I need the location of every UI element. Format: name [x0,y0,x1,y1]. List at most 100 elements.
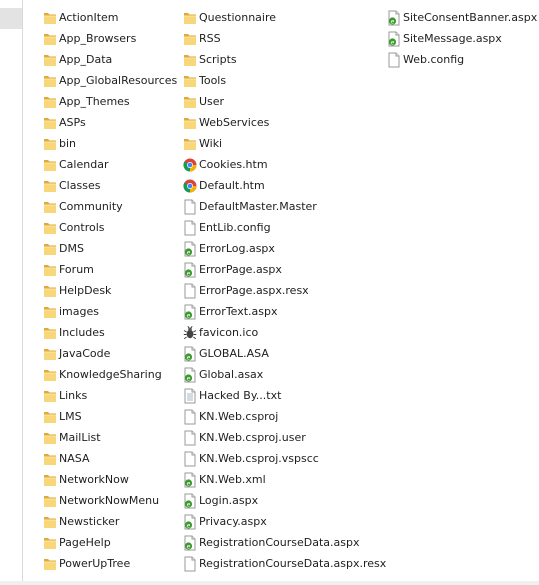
item-label: ErrorText.aspx [199,305,278,318]
file-item[interactable]: e ErrorText.aspx [183,301,388,322]
aspx-file-icon: e [183,346,197,362]
file-item[interactable]: favicon.ico [183,322,388,343]
horizontal-scrollbar[interactable] [0,581,539,585]
item-label: App_Themes [59,95,130,108]
svg-text:e: e [187,354,191,361]
blank-file-icon [183,556,197,572]
svg-text:e: e [187,522,191,529]
aspx-file-icon: e [183,367,197,383]
item-label: Community [59,200,123,213]
folder-icon [43,325,57,341]
item-label: RegistrationCourseData.aspx [199,536,360,549]
folder-icon [43,10,57,26]
item-label: Newsticker [59,515,120,528]
folder-icon [43,409,57,425]
item-label: HelpDesk [59,284,112,297]
item-label: PageHelp [59,536,111,549]
item-label: ActionItem [59,11,119,24]
aspx-file-icon: e [183,493,197,509]
folder-item[interactable]: RSS [183,28,388,49]
folder-icon [43,220,57,236]
folder-icon [183,52,197,68]
file-item[interactable]: e ErrorLog.aspx [183,238,388,259]
svg-text:e: e [187,312,191,319]
aspx-file-icon: e [183,514,197,530]
file-item[interactable]: e RegistrationCourseData.aspx [183,532,388,553]
item-label: Tools [199,74,227,87]
blank-file-icon [183,283,197,299]
item-label: App_GlobalResources [59,74,178,87]
item-label: Calendar [59,158,109,171]
item-label: SiteMessage.aspx [403,32,502,45]
file-item[interactable]: e Login.aspx [183,490,388,511]
aspx-file-icon: e [183,241,197,257]
item-label: bin [59,137,77,150]
folder-item[interactable]: Scripts [183,49,388,70]
item-label: ErrorLog.aspx [199,242,275,255]
file-item[interactable]: Default.htm [183,175,388,196]
folder-item[interactable]: Wiki [183,133,388,154]
blank-file-icon [183,430,197,446]
file-item[interactable]: KN.Web.csproj.vspscc [183,448,388,469]
folder-icon [183,31,197,47]
aspx-file-icon: e [387,10,401,26]
file-item[interactable]: e SiteConsentBanner.aspx [387,7,539,28]
file-item[interactable]: RegistrationCourseData.aspx.resx [183,553,388,574]
file-item[interactable]: e SiteMessage.aspx [387,28,539,49]
item-label: Global.asax [199,368,264,381]
file-item[interactable]: Web.config [387,49,539,70]
folder-icon [43,178,57,194]
item-label: images [59,305,99,318]
aspx-file-icon: e [183,262,197,278]
item-label: Default.htm [199,179,265,192]
item-label: EntLib.config [199,221,271,234]
folder-item[interactable]: User [183,91,388,112]
file-column-2: Questionnaire RSS Scripts Tools User WebServi… [183,7,388,574]
file-item[interactable]: e Privacy.aspx [183,511,388,532]
text-file-icon [183,388,197,404]
file-item[interactable]: KN.Web.csproj.user [183,427,388,448]
item-label: KN.Web.csproj [199,410,279,423]
file-item[interactable]: Cookies.htm [183,154,388,175]
file-item[interactable]: EntLib.config [183,217,388,238]
svg-text:e: e [391,39,395,46]
item-label: NASA [59,452,90,465]
folder-icon [43,241,57,257]
item-label: App_Data [59,53,113,66]
item-label: User [199,95,225,108]
file-list: ActionItem App_Browsers App_Data App_Global… [0,0,539,585]
file-item[interactable]: e KN.Web.xml [183,469,388,490]
folder-icon [43,367,57,383]
item-label: KnowledgeSharing [59,368,162,381]
chrome-icon [183,178,197,194]
file-item[interactable]: KN.Web.csproj [183,406,388,427]
folder-icon [43,430,57,446]
folder-icon [43,556,57,572]
folder-icon [43,73,57,89]
item-label: ASPs [59,116,86,129]
folder-item[interactable]: WebServices [183,112,388,133]
svg-text:e: e [187,270,191,277]
item-label: Controls [59,221,105,234]
item-label: JavaCode [59,347,111,360]
file-column-3: e SiteConsentBanner.aspx e SiteMessage.aspx… [387,7,539,70]
file-item[interactable]: e Global.asax [183,364,388,385]
item-label: Links [59,389,88,402]
folder-icon [43,283,57,299]
item-label: Wiki [199,137,223,150]
folder-item[interactable]: Questionnaire [183,7,388,28]
item-label: NetworkNowMenu [59,494,160,507]
folder-item[interactable]: Tools [183,70,388,91]
svg-text:e: e [187,501,191,508]
item-label: ErrorPage.aspx.resx [199,284,309,297]
file-item[interactable]: e ErrorPage.aspx [183,259,388,280]
file-item[interactable]: DefaultMaster.Master [183,196,388,217]
file-item[interactable]: ErrorPage.aspx.resx [183,280,388,301]
item-label: ErrorPage.aspx [199,263,282,276]
aspx-file-icon: e [183,304,197,320]
file-item[interactable]: Hacked By...txt [183,385,388,406]
item-label: Hacked By...txt [199,389,282,402]
folder-icon [43,136,57,152]
folder-icon [43,514,57,530]
file-item[interactable]: e GLOBAL.ASA [183,343,388,364]
